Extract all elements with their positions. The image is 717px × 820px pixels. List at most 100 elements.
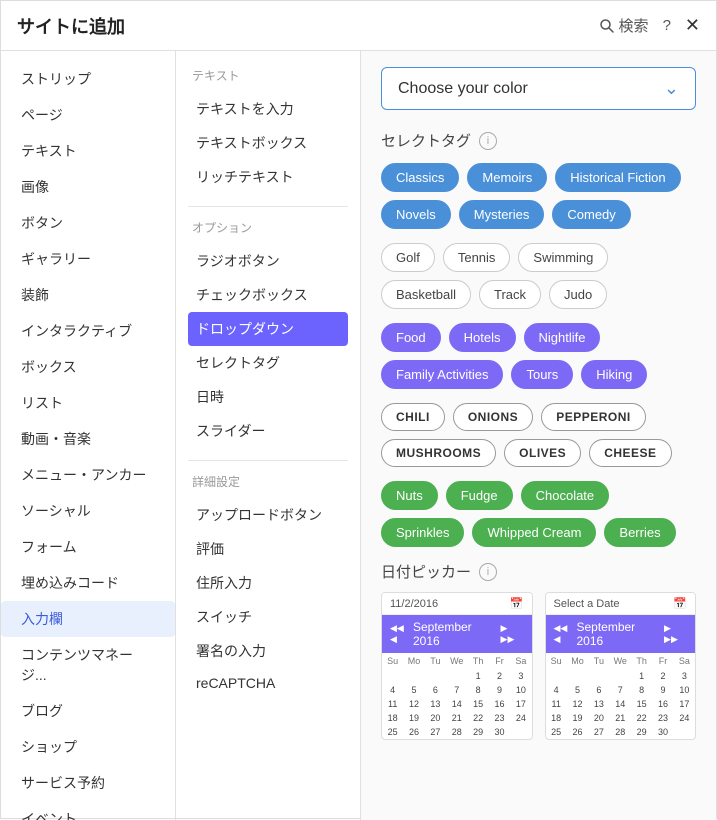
mid-item-radio[interactable]: ラジオボタン — [188, 244, 348, 278]
calendar-day[interactable]: 4 — [546, 683, 567, 697]
calendar-day[interactable]: 30 — [489, 725, 510, 739]
calendar-day[interactable]: 23 — [652, 711, 673, 725]
mid-item-textbox[interactable]: テキストボックス — [188, 126, 348, 160]
mid-item-slider[interactable]: スライダー — [188, 414, 348, 448]
calendar-day[interactable]: 25 — [546, 725, 567, 739]
calendar-next-button[interactable]: ▶ ▶▶ — [501, 623, 524, 645]
calendar-day[interactable]: 1 — [467, 669, 488, 683]
calendar-1[interactable]: Select a Date📅◀◀ ◀September 2016▶ ▶▶SuMo… — [545, 592, 697, 740]
sidebar-item-menu-anchor[interactable]: メニュー・アンカー — [1, 457, 175, 493]
calendar-day[interactable]: 8 — [467, 683, 488, 697]
tag[interactable]: PEPPERONI — [541, 403, 646, 431]
calendar-day[interactable]: 9 — [489, 683, 510, 697]
tag[interactable]: ONIONS — [453, 403, 533, 431]
date-picker-info-icon[interactable]: i — [479, 563, 497, 581]
tag[interactable]: Golf — [381, 243, 435, 272]
calendar-day[interactable]: 26 — [403, 725, 424, 739]
sidebar-item-video-music[interactable]: 動画・音楽 — [1, 421, 175, 457]
calendar-day[interactable]: 29 — [631, 725, 652, 739]
sidebar-item-event[interactable]: イベント — [1, 801, 175, 820]
info-icon[interactable]: i — [479, 132, 497, 150]
tag[interactable]: Comedy — [552, 200, 630, 229]
tag[interactable]: Hiking — [581, 360, 647, 389]
calendar-day[interactable]: 8 — [631, 683, 652, 697]
calendar-prev-button[interactable]: ◀◀ ◀ — [554, 623, 577, 645]
tag[interactable]: CHILI — [381, 403, 445, 431]
tag[interactable]: Nuts — [381, 481, 438, 510]
mid-item-select-tag[interactable]: セレクトタグ — [188, 346, 348, 380]
tag[interactable]: Fudge — [446, 481, 513, 510]
mid-item-recaptcha[interactable]: reCAPTCHA — [188, 668, 348, 698]
sidebar-item-decoration[interactable]: 装飾 — [1, 277, 175, 313]
calendar-day[interactable]: 19 — [567, 711, 588, 725]
calendar-day[interactable]: 15 — [631, 697, 652, 711]
mid-item-switch[interactable]: スイッチ — [188, 600, 348, 634]
calendar-day[interactable]: 15 — [467, 697, 488, 711]
calendar-day[interactable]: 14 — [610, 697, 631, 711]
tag[interactable]: Historical Fiction — [555, 163, 680, 192]
calendar-day[interactable]: 6 — [588, 683, 609, 697]
tag[interactable]: Basketball — [381, 280, 471, 309]
sidebar-item-interactive[interactable]: インタラクティブ — [1, 313, 175, 349]
tag[interactable]: Family Activities — [381, 360, 503, 389]
calendar-day[interactable]: 21 — [446, 711, 467, 725]
sidebar-item-form[interactable]: フォーム — [1, 529, 175, 565]
tag[interactable]: Whipped Cream — [472, 518, 596, 547]
calendar-day[interactable]: 5 — [403, 683, 424, 697]
calendar-icon[interactable]: 📅 — [510, 597, 524, 610]
calendar-day[interactable]: 11 — [382, 697, 403, 711]
tag[interactable]: CHEESE — [589, 439, 671, 467]
calendar-day[interactable]: 20 — [588, 711, 609, 725]
tag[interactable]: Novels — [381, 200, 451, 229]
calendar-day[interactable]: 9 — [652, 683, 673, 697]
tag[interactable]: Tennis — [443, 243, 511, 272]
calendar-day[interactable]: 24 — [510, 711, 531, 725]
calendar-day[interactable]: 2 — [652, 669, 673, 683]
calendar-day[interactable]: 3 — [674, 669, 695, 683]
tag[interactable]: Memoirs — [467, 163, 547, 192]
tag[interactable]: Berries — [604, 518, 675, 547]
sidebar-item-service[interactable]: サービス予約 — [1, 765, 175, 801]
calendar-day[interactable]: 18 — [546, 711, 567, 725]
sidebar-item-strip[interactable]: ストリップ — [1, 61, 175, 97]
calendar-day[interactable]: 18 — [382, 711, 403, 725]
calendar-day[interactable]: 13 — [425, 697, 446, 711]
calendar-day[interactable]: 19 — [403, 711, 424, 725]
calendar-day[interactable]: 22 — [631, 711, 652, 725]
sidebar-item-blog[interactable]: ブログ — [1, 693, 175, 729]
calendar-icon[interactable]: 📅 — [673, 597, 687, 610]
sidebar-item-image[interactable]: 画像 — [1, 169, 175, 205]
calendar-day[interactable]: 10 — [510, 683, 531, 697]
tag[interactable]: Food — [381, 323, 441, 352]
mid-item-dropdown[interactable]: ドロップダウン — [188, 312, 348, 346]
calendar-day[interactable]: 23 — [489, 711, 510, 725]
calendar-day[interactable]: 26 — [567, 725, 588, 739]
sidebar-item-shop[interactable]: ショップ — [1, 729, 175, 765]
calendar-day[interactable]: 6 — [425, 683, 446, 697]
mid-item-signature[interactable]: 署名の入力 — [188, 634, 348, 668]
calendar-day[interactable]: 7 — [610, 683, 631, 697]
tag[interactable]: Track — [479, 280, 541, 309]
calendar-0[interactable]: 11/2/2016📅◀◀ ◀September 2016▶ ▶▶SuMoTuWe… — [381, 592, 533, 740]
calendar-day[interactable]: 10 — [674, 683, 695, 697]
calendar-day[interactable]: 12 — [567, 697, 588, 711]
mid-item-upload[interactable]: アップロードボタン — [188, 498, 348, 532]
sidebar-item-gallery[interactable]: ギャラリー — [1, 241, 175, 277]
calendar-day[interactable]: 2 — [489, 669, 510, 683]
sidebar-item-input[interactable]: 入力欄 — [1, 601, 175, 637]
tag[interactable]: Chocolate — [521, 481, 610, 510]
calendar-day[interactable]: 25 — [382, 725, 403, 739]
mid-item-datetime[interactable]: 日時 — [188, 380, 348, 414]
mid-item-checkbox[interactable]: チェックボックス — [188, 278, 348, 312]
sidebar-item-button[interactable]: ボタン — [1, 205, 175, 241]
calendar-day[interactable]: 27 — [588, 725, 609, 739]
sidebar-item-social[interactable]: ソーシャル — [1, 493, 175, 529]
calendar-day[interactable]: 22 — [467, 711, 488, 725]
calendar-day[interactable]: 16 — [489, 697, 510, 711]
tag[interactable]: Sprinkles — [381, 518, 464, 547]
mid-item-address[interactable]: 住所入力 — [188, 566, 348, 600]
tag[interactable]: Classics — [381, 163, 459, 192]
sidebar-item-box[interactable]: ボックス — [1, 349, 175, 385]
calendar-day[interactable]: 30 — [652, 725, 673, 739]
tag[interactable]: MUSHROOMS — [381, 439, 496, 467]
